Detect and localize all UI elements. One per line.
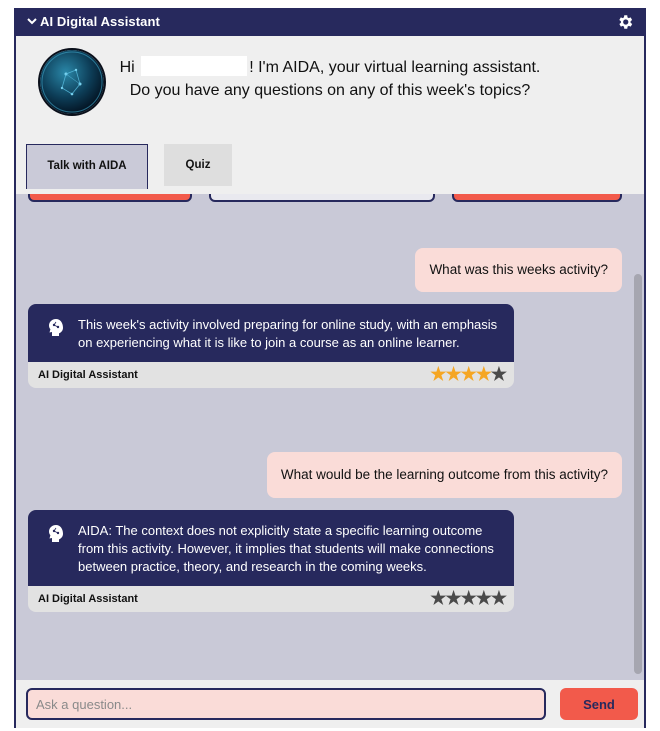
- gear-icon[interactable]: [616, 13, 634, 31]
- assistant-message-body: This week's activity involved preparing …: [28, 304, 514, 362]
- rating-stars[interactable]: ★★★★★: [430, 364, 507, 385]
- assistant-message: AIDA: The context does not explicitly st…: [28, 510, 514, 612]
- suggestion-chip[interactable]: [28, 194, 192, 202]
- star-icon[interactable]: ★: [491, 364, 507, 384]
- tab-quiz[interactable]: Quiz: [164, 144, 232, 186]
- assistant-message: This week's activity involved preparing …: [28, 304, 514, 388]
- star-icon[interactable]: ★: [476, 364, 492, 384]
- user-message: What would be the learning outcome from …: [266, 452, 622, 498]
- star-icon[interactable]: ★: [461, 364, 477, 384]
- greeting-text: Hi ! I'm AIDA, your virtual learning ass…: [16, 56, 644, 102]
- assistant-message-text: AIDA: The context does not explicitly st…: [78, 523, 494, 574]
- assistant-message-footer: AI Digital Assistant ★★★★★: [28, 586, 514, 612]
- chat-scrollbar[interactable]: [634, 274, 642, 674]
- sender-label: AI Digital Assistant: [38, 369, 138, 381]
- ai-head-icon: [49, 319, 63, 336]
- star-icon[interactable]: ★: [445, 588, 461, 608]
- greeting-rest: ! I'm AIDA, your virtual learning assist…: [249, 59, 541, 76]
- user-message: What was this weeks activity?: [415, 248, 622, 292]
- greeting-header: Hi ! I'm AIDA, your virtual learning ass…: [16, 36, 644, 194]
- assistant-message-footer: AI Digital Assistant ★★★★★: [28, 362, 514, 388]
- assistant-message-body: AIDA: The context does not explicitly st…: [28, 510, 514, 586]
- title-bar: AI Digital Assistant: [16, 8, 644, 36]
- window-title: AI Digital Assistant: [40, 14, 160, 29]
- assistant-panel: AI Digital Assistant Hi ! I'm AIDA, your…: [14, 8, 646, 728]
- assistant-message-text: This week's activity involved preparing …: [78, 317, 498, 350]
- question-input[interactable]: [26, 688, 546, 720]
- chevron-down-icon[interactable]: [26, 15, 38, 27]
- input-bar: Send: [16, 680, 644, 728]
- star-icon[interactable]: ★: [445, 364, 461, 384]
- rating-stars[interactable]: ★★★★★: [430, 588, 507, 609]
- star-icon[interactable]: ★: [476, 588, 492, 608]
- ai-head-icon: [49, 525, 63, 542]
- star-icon[interactable]: ★: [430, 588, 446, 608]
- suggestion-chip[interactable]: [209, 194, 435, 202]
- greeting-hi: Hi: [119, 59, 135, 76]
- sender-label: AI Digital Assistant: [38, 593, 138, 605]
- suggestion-chip[interactable]: [452, 194, 622, 202]
- greeting-line2: Do you have any questions on any of this…: [129, 82, 531, 99]
- tab-talk-with-aida[interactable]: Talk with AIDA: [26, 144, 148, 189]
- send-button[interactable]: Send: [560, 688, 638, 720]
- chat-area[interactable]: What was this weeks activity? This week'…: [16, 194, 644, 680]
- star-icon[interactable]: ★: [461, 588, 477, 608]
- star-icon[interactable]: ★: [491, 588, 507, 608]
- redacted-username: [141, 56, 248, 76]
- star-icon[interactable]: ★: [430, 364, 446, 384]
